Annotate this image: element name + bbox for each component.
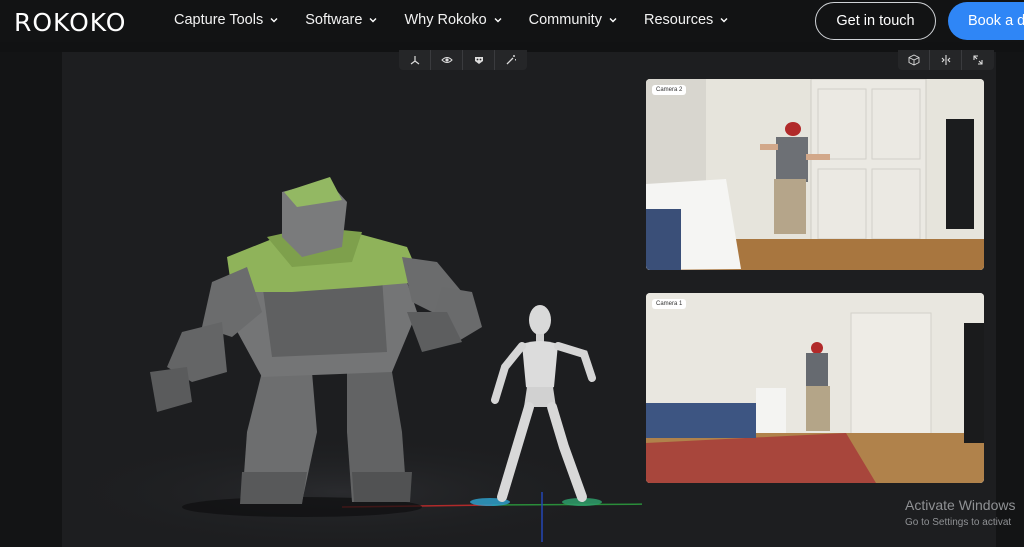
windows-activation-notice: Activate Windows Go to Settings to activ… [905,497,1015,528]
get-in-touch-button[interactable]: Get in touch [815,2,936,40]
page-margin-right [996,52,1024,547]
activation-title: Activate Windows [905,497,1016,513]
camera-1-video [646,293,984,483]
chevron-down-icon [609,18,617,23]
menu-label: Community [528,12,602,28]
book-demo-button[interactable]: Book a d [948,2,1024,40]
page-margin-left [0,52,62,547]
menu-community[interactable]: Community [529,12,618,28]
menu-label: Software [305,12,363,28]
activation-subtitle: Go to Settings to activat [905,517,1012,528]
golem-character [150,177,482,517]
mocap-scene [150,177,602,517]
camera-feed-2[interactable]: Camera 2 [646,79,984,270]
camera-feed-1[interactable]: Camera 1 [646,293,984,483]
menu-label: Resources [643,12,714,28]
camera-1-label: Camera 1 [652,299,687,309]
camera-2-video [646,79,984,270]
viewer-toolbar-right [898,50,994,70]
top-nav: ROKOKO Capture Tools Software Why Rokoko… [0,0,1024,42]
main-menu: Capture Tools Software Why Rokoko Commun… [174,12,755,28]
rokoko-logo[interactable]: ROKOKO [14,8,126,37]
menu-resources[interactable]: Resources [644,12,729,28]
menu-why-rokoko[interactable]: Why Rokoko [404,12,502,28]
mannequin-character [470,305,602,506]
menu-label: Why Rokoko [404,12,487,28]
chevron-down-icon [494,18,502,23]
menu-capture-tools[interactable]: Capture Tools [174,12,279,28]
camera-2-label: Camera 2 [652,85,687,95]
cube-icon[interactable] [898,50,930,70]
chevron-down-icon [270,18,278,23]
chevron-down-icon [720,18,728,23]
menu-label: Capture Tools [174,12,264,28]
expand-icon[interactable] [962,50,994,70]
split-icon[interactable] [930,50,962,70]
menu-software[interactable]: Software [305,12,378,28]
chevron-down-icon [369,18,377,23]
